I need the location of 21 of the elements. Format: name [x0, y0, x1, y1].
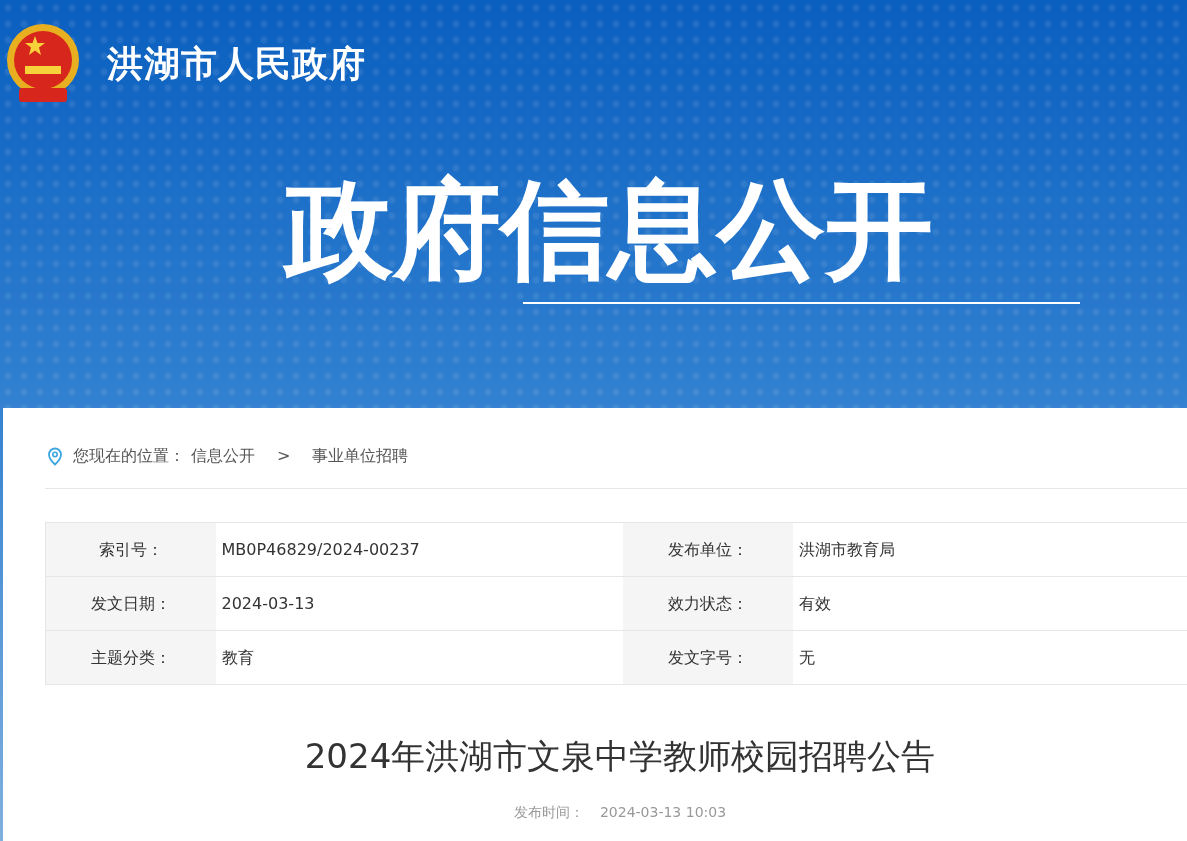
field-label: 效力状态：: [622, 576, 793, 631]
breadcrumb-link[interactable]: 事业单位招聘: [312, 444, 409, 468]
publish-time: 2024-03-13 10:03: [599, 804, 727, 820]
field-label: 索引号：: [45, 522, 216, 577]
field-label: 发布单位：: [622, 522, 793, 577]
breadcrumb-label: 您现在的位置：: [73, 445, 185, 467]
field-value: MB0P46829/2024-00237: [215, 522, 623, 577]
site-name: 洪湖市人民政府: [107, 42, 366, 86]
location-pin-icon: [47, 446, 63, 466]
article-title: 2024年洪湖市文泉中学教师校园招聘公告: [303, 735, 937, 778]
field-value: 有效: [792, 576, 1187, 631]
field-label: 主题分类：: [45, 630, 216, 685]
field-value: 洪湖市教育局: [792, 522, 1187, 577]
field-label: 发文字号：: [622, 630, 793, 685]
field-label: 发文日期：: [45, 576, 216, 631]
breadcrumb-separator: >: [277, 445, 291, 467]
field-value: 2024-03-13: [215, 576, 623, 631]
field-value: 无: [792, 630, 1187, 685]
field-value: 教育: [215, 630, 623, 685]
publish-time-label: 发布时间：: [513, 804, 584, 820]
breadcrumb-link[interactable]: 信息公开: [191, 444, 255, 468]
